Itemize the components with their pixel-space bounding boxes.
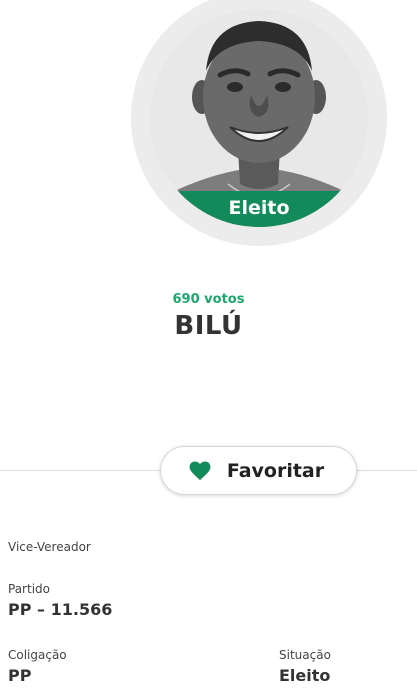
elected-badge-label: Eleito <box>228 196 290 219</box>
heart-icon <box>189 461 211 480</box>
coalition-value: PP <box>8 666 32 685</box>
candidate-role: Vice-Vereador <box>8 540 91 554</box>
situation-label: Situação <box>279 648 331 662</box>
vote-count: 690 votos <box>172 292 245 307</box>
situation-value: Eleito <box>279 666 331 685</box>
coalition-label: Coligação <box>8 648 67 662</box>
candidate-avatar: Eleito <box>150 9 368 227</box>
party-value: PP – 11.566 <box>8 600 113 619</box>
party-label: Partido <box>8 582 50 596</box>
favorite-button-label: Favoritar <box>226 459 325 482</box>
candidate-name: BILÚ <box>174 311 243 341</box>
favorite-button[interactable]: Favoritar <box>160 446 357 495</box>
elected-status-band: Eleito <box>150 191 368 227</box>
